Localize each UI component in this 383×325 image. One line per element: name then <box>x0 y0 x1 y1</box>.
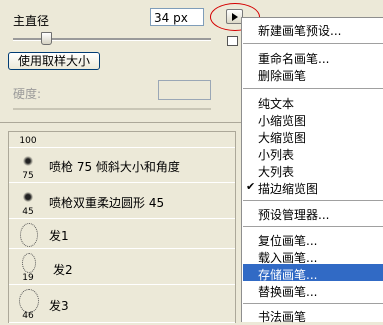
menu-item-calligraphic-brushes[interactable]: 书法画笔 <box>258 308 306 325</box>
brush-name: 发1 <box>49 229 69 243</box>
new-brush-icon[interactable] <box>227 36 238 46</box>
menu-item-text-only[interactable]: 纯文本 <box>258 95 294 112</box>
brush-name: 发2 <box>53 263 73 277</box>
divider <box>0 122 243 123</box>
list-item[interactable]: 发1 <box>9 219 235 249</box>
list-item[interactable]: 75 喷枪 75 倾斜大小和角度 <box>9 148 235 183</box>
hardness-slider-track <box>13 108 211 110</box>
menu-item-load-brushes[interactable]: 载入画笔... <box>258 249 317 266</box>
checkmark-icon: ✔ <box>246 180 256 193</box>
menu-item-rename-brush[interactable]: 重命名画笔... <box>258 50 329 67</box>
menu-separator <box>243 88 383 89</box>
brush-size: 75 <box>22 171 34 181</box>
menu-item-delete-brush[interactable]: 删除画笔 <box>258 67 306 84</box>
menu-item-large-list[interactable]: 大列表 <box>258 163 294 180</box>
menu-separator <box>243 43 383 44</box>
brush-list[interactable]: 100 75 喷枪 75 倾斜大小和角度 45 喷枪双重柔边圆形 45 发1 1… <box>8 131 236 323</box>
diameter-label: 主直径 <box>13 14 50 28</box>
menu-separator <box>243 303 383 304</box>
brush-size: 100 <box>19 136 37 146</box>
menu-item-new-brush-preset[interactable]: 新建画笔预设... <box>258 22 341 39</box>
brush-thumbnail <box>9 219 47 248</box>
brush-size: 19 <box>22 273 34 283</box>
list-item[interactable]: 100 <box>9 132 235 148</box>
menu-item-reset-brushes[interactable]: 复位画笔... <box>258 232 317 249</box>
hardness-input <box>158 80 211 100</box>
brush-size: 45 <box>22 207 34 217</box>
menu-separator <box>243 200 383 201</box>
menu-item-replace-brushes[interactable]: 替换画笔... <box>258 283 317 300</box>
menu-item-large-thumbnail[interactable]: 大缩览图 <box>258 129 306 146</box>
list-item[interactable]: 46 发3 <box>9 285 235 323</box>
menu-item-preset-manager[interactable]: 预设管理器... <box>258 206 329 223</box>
menu-item-small-list[interactable]: 小列表 <box>258 146 294 163</box>
panel-flyout-menu: 新建画笔预设... 重命名画笔... 删除画笔 纯文本 小缩览图 大缩览图 小列… <box>241 17 383 325</box>
list-item[interactable]: 19 发2 <box>9 249 235 285</box>
menu-item-small-thumbnail[interactable]: 小缩览图 <box>258 112 306 129</box>
list-item[interactable]: 45 喷枪双重柔边圆形 45 <box>9 183 235 219</box>
use-sample-size-button[interactable]: 使用取样大小 <box>8 52 100 70</box>
diameter-slider-thumb[interactable] <box>41 32 52 45</box>
brush-name: 发3 <box>49 299 69 313</box>
brush-size: 46 <box>22 311 34 321</box>
diameter-input[interactable]: 34 px <box>150 8 204 26</box>
hardness-label: 硬度: <box>13 87 42 101</box>
menu-item-save-brushes[interactable]: 存储画笔... <box>258 266 317 283</box>
brush-panel: 主直径 34 px 使用取样大小 硬度: 100 75 喷枪 75 倾斜大小和角… <box>0 0 243 323</box>
menu-separator <box>243 226 383 227</box>
brush-name: 喷枪双重柔边圆形 45 <box>49 196 165 210</box>
brush-name: 喷枪 75 倾斜大小和角度 <box>49 160 180 174</box>
menu-item-stroke-thumbnail[interactable]: 描边缩览图 <box>258 180 318 197</box>
